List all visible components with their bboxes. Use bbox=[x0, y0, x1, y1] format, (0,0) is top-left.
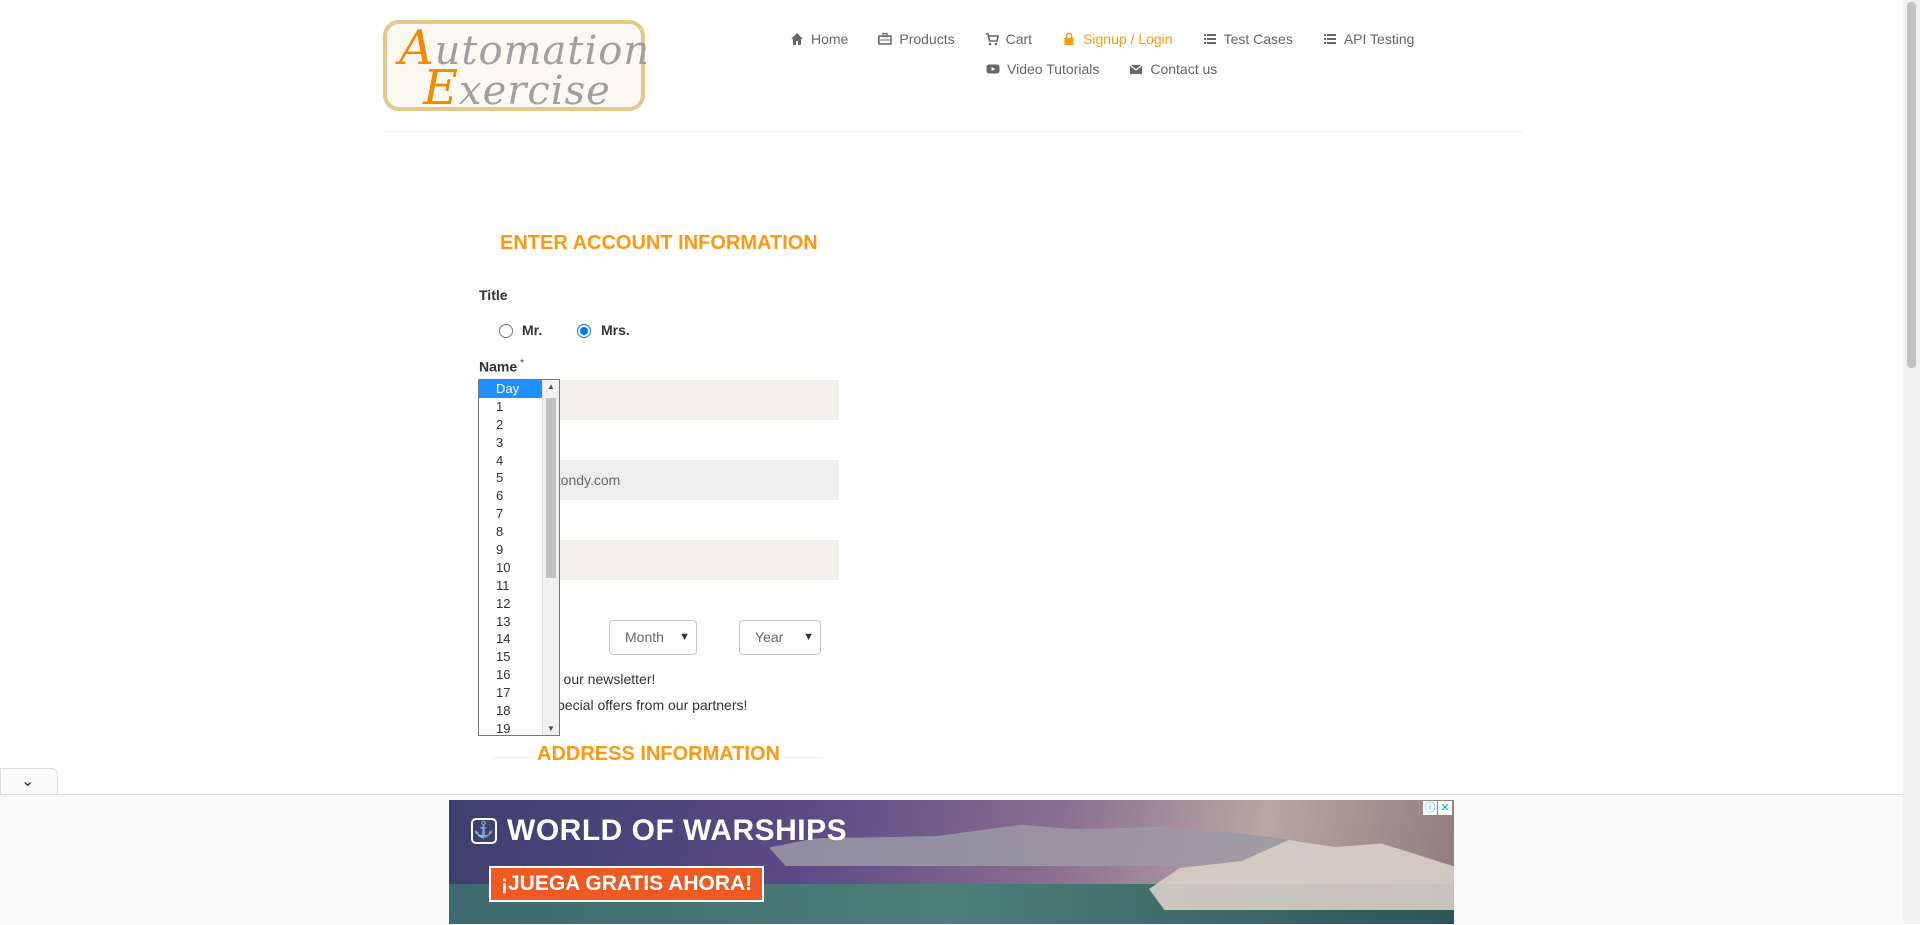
account-info-title: ENTER ACCOUNT INFORMATION bbox=[500, 232, 818, 254]
logo-line-2: Exercise bbox=[423, 60, 611, 116]
nav-api-testing[interactable]: API Testing bbox=[1323, 31, 1415, 47]
nav-home[interactable]: Home bbox=[790, 31, 848, 47]
month-select-value: Month bbox=[625, 629, 664, 645]
nav-home-label: Home bbox=[811, 31, 849, 47]
nav-signup-login-label: Signup / Login bbox=[1083, 31, 1173, 47]
anchor-icon: ⚓ bbox=[471, 818, 497, 844]
nav-video-tutorials-label: Video Tutorials bbox=[1007, 61, 1100, 77]
required-mark: * bbox=[520, 358, 525, 369]
scroll-down-icon[interactable]: ▼ bbox=[547, 724, 555, 733]
youtube-icon bbox=[986, 64, 1000, 74]
chevron-down-icon: ⌄ bbox=[21, 773, 35, 790]
nav-test-cases-label: Test Cases bbox=[1223, 31, 1293, 47]
info-icon[interactable]: ⓘ bbox=[1423, 801, 1437, 815]
nav-contact-us[interactable]: Contact us bbox=[1129, 61, 1217, 77]
ad-cta-button[interactable]: ¡JUEGA GRATIS AHORA! bbox=[489, 866, 765, 902]
chevron-down-icon: ▼ bbox=[803, 631, 814, 643]
nav-api-testing-label: API Testing bbox=[1343, 31, 1415, 47]
home-icon bbox=[791, 33, 803, 45]
chevron-down-icon: ▼ bbox=[679, 631, 690, 643]
title-mrs-radio[interactable] bbox=[577, 324, 591, 338]
list-icon bbox=[1323, 34, 1336, 44]
name-label: Name * bbox=[479, 358, 524, 375]
header-divider bbox=[383, 131, 1523, 132]
day-dropdown-scroll-thumb[interactable] bbox=[546, 398, 556, 578]
list-icon bbox=[1203, 34, 1216, 44]
title-mr-label: Mr. bbox=[522, 322, 543, 338]
title-label: Title bbox=[479, 287, 508, 303]
nav-cart[interactable]: Cart bbox=[985, 31, 1032, 47]
day-dropdown-scrollbar[interactable]: ▲ ▼ bbox=[542, 380, 559, 735]
address-info-title: ADDRESS INFORMATION bbox=[537, 743, 780, 766]
ad-brand: ⚓ WORLD OF WARSHIPS bbox=[471, 814, 847, 848]
page-scrollbar[interactable] bbox=[1903, 0, 1920, 924]
ad-brand-text: WORLD OF WARSHIPS bbox=[507, 814, 848, 847]
nav-signup-login[interactable]: Signup / Login bbox=[1062, 31, 1173, 47]
close-icon[interactable]: ✕ bbox=[1438, 801, 1452, 815]
title-mr-radio[interactable] bbox=[499, 324, 513, 338]
nav-contact-us-label: Contact us bbox=[1150, 61, 1218, 77]
envelope-icon bbox=[1129, 64, 1143, 74]
site-logo[interactable]: Automation Exercise bbox=[383, 20, 649, 116]
nav-products[interactable]: Products bbox=[878, 31, 955, 47]
year-select-value: Year bbox=[755, 629, 784, 645]
cart-icon bbox=[985, 33, 999, 46]
page-scroll-thumb[interactable] bbox=[1907, 2, 1916, 368]
main-nav-row-2: Video Tutorials Contact us bbox=[986, 61, 1247, 77]
title-mrs-label: Mrs. bbox=[601, 322, 630, 338]
briefcase-icon bbox=[878, 32, 893, 45]
nav-products-label: Products bbox=[899, 31, 955, 47]
nav-test-cases[interactable]: Test Cases bbox=[1203, 31, 1293, 47]
name-label-text: Name bbox=[479, 358, 518, 375]
day-select-dropdown[interactable]: Day 1 2 3 4 5 6 7 8 9 10 11 12 13 14 15 16 17 18 19 ▲ ▼ bbox=[478, 379, 560, 736]
month-select[interactable]: Month ▼ bbox=[609, 620, 697, 655]
warship-illustration bbox=[769, 824, 1329, 866]
year-select[interactable]: Year ▼ bbox=[739, 620, 821, 655]
lock-icon bbox=[1064, 32, 1074, 45]
nav-cart-label: Cart bbox=[1005, 31, 1033, 47]
scroll-up-icon[interactable]: ▲ bbox=[547, 382, 555, 391]
main-nav-row-1: Home Products Cart Signup / Login Test C… bbox=[790, 31, 1444, 47]
ad-controls: ⓘ ✕ bbox=[1422, 801, 1452, 815]
nav-video-tutorials[interactable]: Video Tutorials bbox=[986, 61, 1099, 77]
offers-checkbox-label[interactable]: pecial offers from our partners! bbox=[557, 697, 747, 713]
newsletter-checkbox-label[interactable]: r our newsletter! bbox=[555, 671, 655, 687]
ad-collapse-tab[interactable]: ⌄ bbox=[0, 768, 58, 795]
ad-banner[interactable]: ⚓ WORLD OF WARSHIPS ¡JUEGA GRATIS AHORA!… bbox=[449, 800, 1454, 924]
